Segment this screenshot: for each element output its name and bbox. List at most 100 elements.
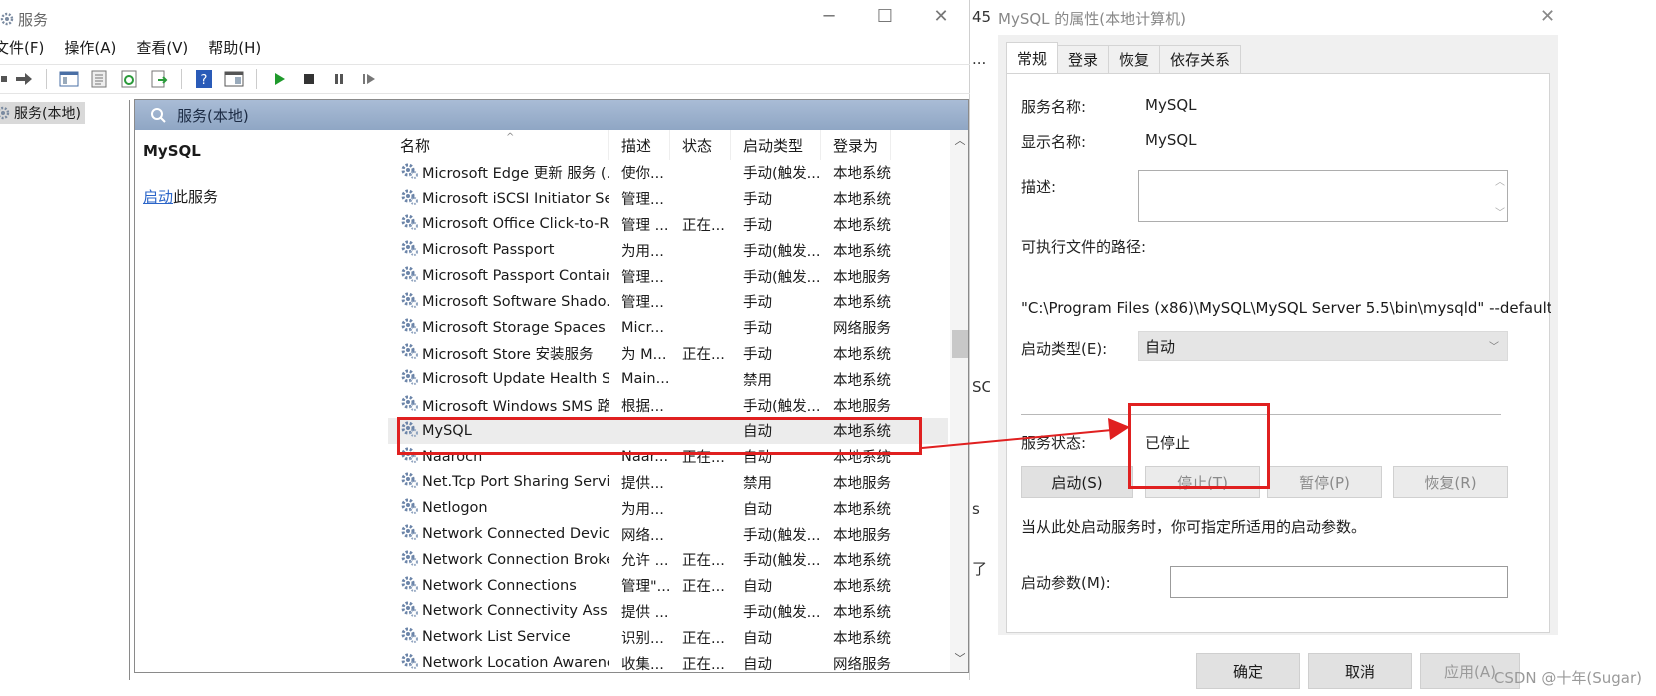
table-row[interactable]: Microsoft iSCSI Initiator Ser... 管理... 手动 本… (388, 186, 948, 212)
table-row[interactable]: Network Connections 管理"... 正在... 自动 本地系统 (388, 573, 948, 599)
table-row[interactable]: Microsoft Software Shado... 管理... 手动 本地系统 (388, 289, 948, 315)
column-logon-as[interactable]: 登录为 (821, 130, 891, 160)
table-row[interactable]: Network Location Awarene... 收集... 正在... 自动 网… (388, 650, 948, 673)
table-row[interactable]: Microsoft Edge 更新 服务 (... 使你... 手动(触发... 本地… (388, 160, 948, 186)
table-row[interactable]: Microsoft Storage Spaces S... Micr... 手动 网络… (388, 315, 948, 341)
properties-dialog: MySQL 的属性(本地计算机) ✕ 常规 登录 恢复 依存关系 服务名称: M… (990, 0, 1656, 689)
tab-recovery[interactable]: 恢复 (1108, 45, 1161, 73)
table-row[interactable]: Microsoft Store 安装服务 为 M... 正在... 手动 本地系统 (388, 341, 948, 367)
services-window: 服务 ─ ☐ ✕ 文件(F) 操作(A) 查看(V) 帮助(H) ? 服务(本地… (0, 0, 970, 680)
table-row[interactable]: Net.Tcp Port Sharing Service 提供... 禁用 本地服务 (388, 470, 948, 496)
list-scrollbar[interactable]: ︿ ﹀ (950, 130, 968, 672)
menu-action[interactable]: 操作(A) (64, 37, 116, 63)
pause-button[interactable]: 暂停(P) (1267, 466, 1382, 498)
pause-service-icon[interactable] (327, 68, 351, 90)
table-row[interactable]: Microsoft Update Health S... Main... 禁用 本地系… (388, 366, 948, 392)
scroll-thumb[interactable] (952, 330, 968, 358)
column-status[interactable]: 状态 (670, 130, 731, 160)
service-name-cell: Microsoft Store 安装服务 (388, 341, 609, 365)
service-gear-icon (400, 599, 420, 623)
service-desc-cell: 收集... (621, 656, 664, 673)
scroll-down-icon[interactable]: ﹀ (1495, 204, 1505, 219)
tab-general[interactable]: 常规 (1006, 42, 1059, 73)
description-box[interactable]: ︿ ﹀ (1138, 170, 1508, 222)
service-name-label: 服务名称: (1021, 98, 1087, 116)
services-list: ^ 名称 描述 状态 启动类型 登录为 Microsoft Edge 更新 服务… (388, 130, 968, 673)
column-description[interactable]: 描述 (609, 130, 670, 160)
service-name-cell: Microsoft Passport Container (388, 264, 609, 288)
table-row[interactable]: Network Connectivity Assis... 提供 ... 手动(触发… (388, 599, 948, 625)
column-startup-type[interactable]: 启动类型 (731, 130, 821, 160)
table-row[interactable]: Naarocn Naar... 正在... 自动 本地系统 (388, 444, 948, 470)
service-name-cell: Net.Tcp Port Sharing Service (388, 470, 609, 494)
stop-button[interactable]: 停止(T) (1145, 466, 1260, 498)
tab-logon[interactable]: 登录 (1057, 45, 1110, 73)
ok-button[interactable]: 确定 (1196, 653, 1300, 689)
service-logon-cell: 本地系统 (833, 346, 891, 363)
service-name-cell: Network Connected Devic... (388, 522, 609, 546)
scroll-up-icon[interactable]: ︿ (950, 132, 968, 152)
detail-action: 启动此服务 (143, 186, 218, 207)
dialog-title: MySQL 的属性(本地计算机) (998, 9, 1186, 28)
table-row[interactable]: Network Connection Broker 允许 ... 正在... 手动(触… (388, 547, 948, 573)
screenshot: 服务 ─ ☐ ✕ 文件(F) 操作(A) 查看(V) 帮助(H) ? 服务(本地… (0, 0, 1656, 696)
help-icon[interactable]: ? (192, 68, 216, 90)
table-row[interactable]: Microsoft Passport 为用... 手动(触发... 本地系统 (388, 237, 948, 263)
scroll-down-icon[interactable]: ﹀ (950, 650, 968, 670)
start-params-input[interactable] (1170, 566, 1508, 598)
tree-item-services-local[interactable]: 服务(本地) (0, 102, 85, 124)
back-arrow-icon[interactable] (0, 68, 10, 90)
refresh-icon[interactable] (117, 68, 141, 90)
dialog-close-button[interactable]: ✕ (1540, 6, 1555, 27)
service-name: Net.Tcp Port Sharing Service (422, 474, 609, 491)
table-row[interactable]: MySQL 自动 本地系统 (388, 417, 948, 444)
search-gear-icon (151, 108, 166, 123)
service-desc-cell: 允许 ... (621, 553, 669, 570)
restart-service-icon[interactable] (357, 68, 381, 90)
close-button[interactable]: ✕ (931, 6, 951, 27)
menu-file[interactable]: 文件(F) (0, 37, 44, 63)
column-name[interactable]: 名称 (388, 130, 609, 160)
table-row[interactable]: Microsoft Passport Container 管理... 手动(触发..… (388, 263, 948, 289)
tab-dependencies[interactable]: 依存关系 (1159, 45, 1242, 73)
stop-service-icon[interactable] (297, 68, 321, 90)
table-row[interactable]: Microsoft Windows SMS 路... 根据... 手动(触发... 本… (388, 392, 948, 418)
start-button[interactable]: 启动(S) (1021, 466, 1133, 498)
service-gear-icon (400, 548, 420, 572)
menu-view[interactable]: 查看(V) (136, 37, 188, 63)
service-logon-cell: 本地系统 (833, 630, 891, 647)
resume-button[interactable]: 恢复(R) (1393, 466, 1508, 498)
start-service-icon[interactable] (267, 68, 291, 90)
table-row[interactable]: Network List Service 识别... 正在... 自动 本地系统 (388, 624, 948, 650)
minimize-button[interactable]: ─ (819, 6, 839, 27)
console-tree-icon[interactable] (57, 68, 81, 90)
bg-fragment: 了 (972, 560, 988, 578)
properties-list-icon[interactable] (87, 68, 111, 90)
forward-arrow-icon[interactable] (12, 68, 36, 90)
menu-help[interactable]: 帮助(H) (208, 37, 261, 63)
service-rows: Microsoft Edge 更新 服务 (... 使你... 手动(触发... 本地… (388, 160, 948, 673)
service-name: Naarocn (422, 448, 483, 465)
start-service-link[interactable]: 启动 (143, 188, 173, 206)
service-desc-cell: 识别... (621, 630, 664, 647)
service-name: Microsoft Passport Container (422, 268, 609, 285)
service-name-cell: Network Connectivity Assis... (388, 599, 609, 623)
service-status-cell: 正在... (682, 450, 725, 467)
maximize-button[interactable]: ☐ (875, 6, 895, 27)
startup-type-select[interactable]: 自动 ﹀ (1138, 331, 1508, 361)
service-startup-cell: 手动 (743, 217, 772, 234)
display-name-label: 显示名称: (1021, 133, 1087, 151)
service-name-cell: MySQL (388, 419, 609, 443)
start-params-hint: 当从此处启动服务时，你可指定所适用的启动参数。 (1021, 518, 1367, 536)
table-row[interactable]: Microsoft Office Click-to-R... 管理 ... 正在..… (388, 212, 948, 238)
show-hide-pane-icon[interactable] (222, 68, 246, 90)
service-status-cell: 正在... (682, 346, 725, 363)
service-desc-cell: 管理... (621, 295, 664, 312)
startup-type-value: 自动 (1145, 337, 1176, 356)
export-list-icon[interactable] (147, 68, 171, 90)
table-row[interactable]: Network Connected Devic... 网络... 手动(触发... 本… (388, 521, 948, 547)
service-startup-cell: 手动(触发... (743, 553, 821, 570)
table-row[interactable]: Netlogon 为用... 自动 本地系统 (388, 495, 948, 521)
scroll-up-icon[interactable]: ︿ (1495, 173, 1505, 188)
cancel-button[interactable]: 取消 (1308, 653, 1412, 689)
